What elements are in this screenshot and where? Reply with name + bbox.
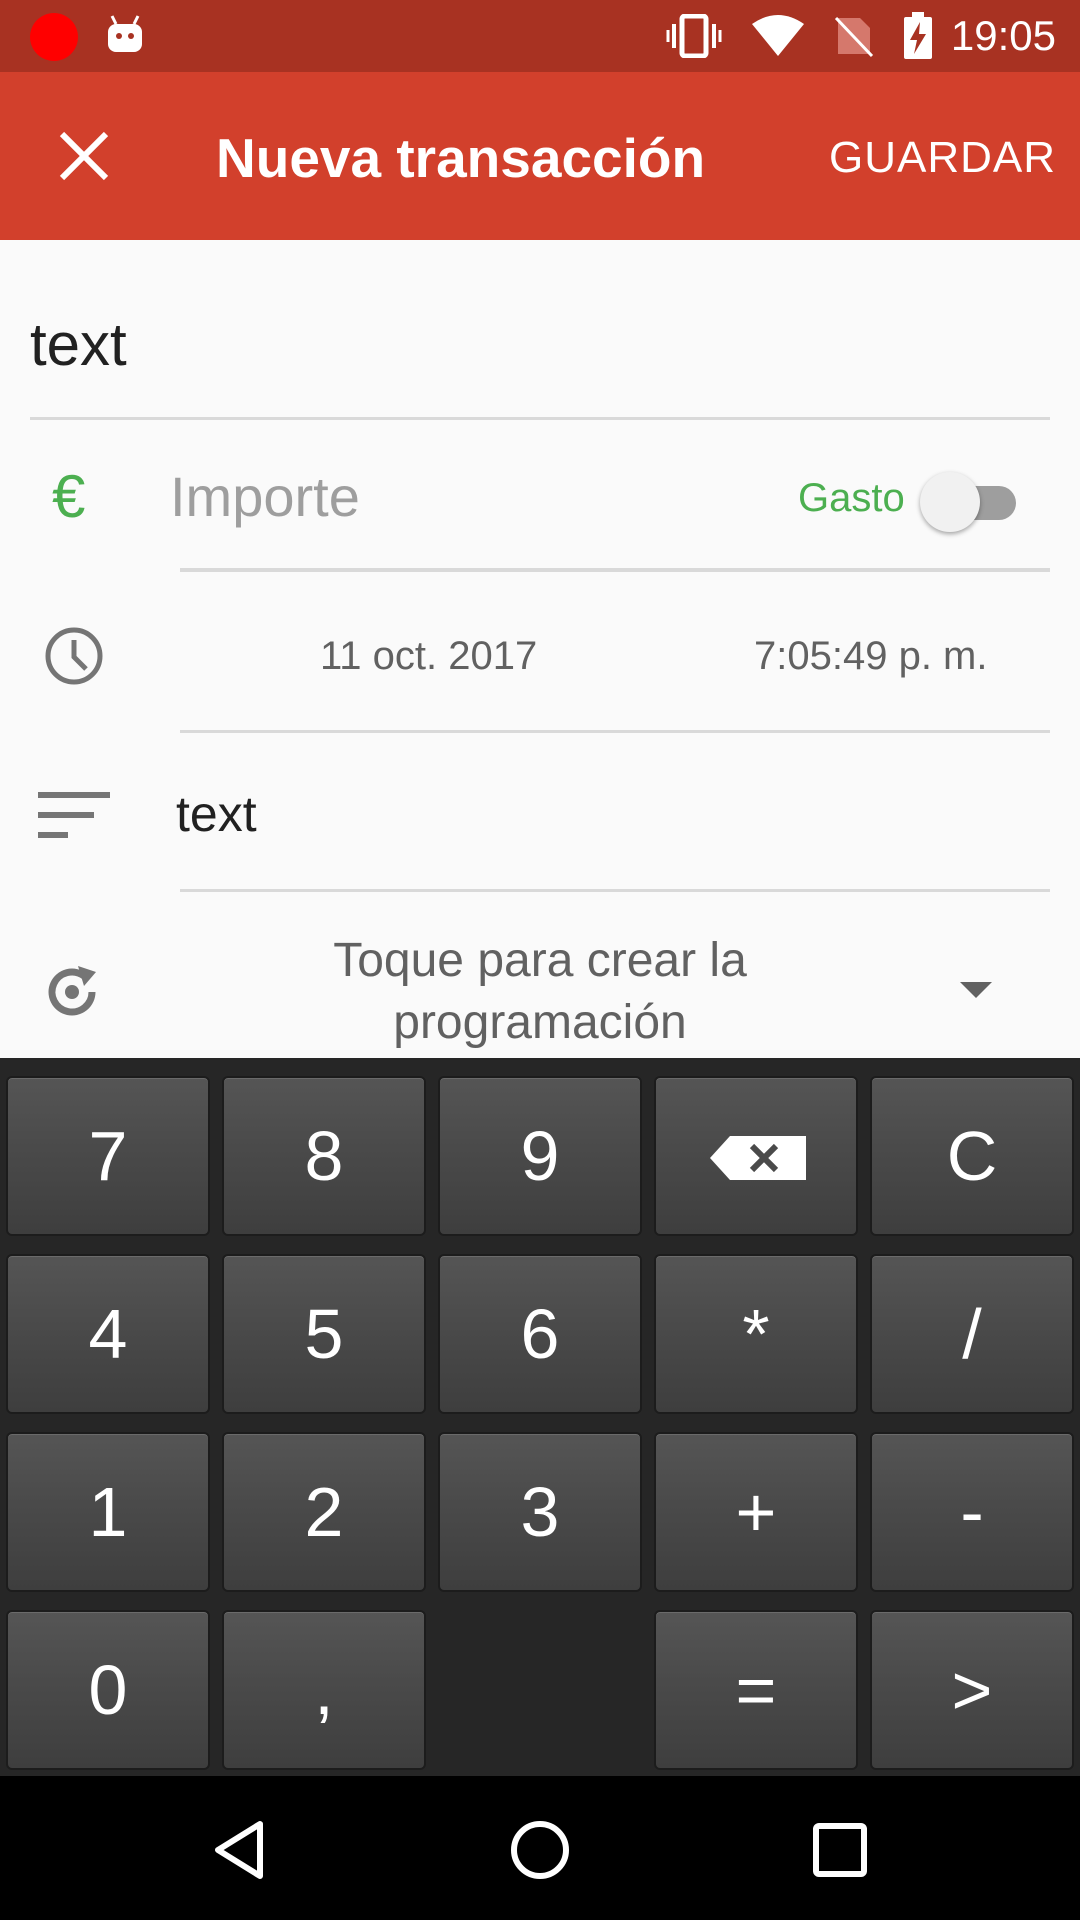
repeat-icon	[48, 966, 96, 1016]
record-icon	[30, 13, 78, 61]
key-3[interactable]: 3	[438, 1432, 642, 1592]
key-minus[interactable]: -	[870, 1432, 1074, 1592]
home-icon[interactable]	[508, 1818, 572, 1882]
save-button[interactable]: GUARDAR	[829, 130, 1056, 186]
transaction-form: text € Importe Gasto 11 oct. 2017 7:05:4…	[0, 240, 1080, 1058]
key-backspace[interactable]	[654, 1076, 858, 1236]
key-0[interactable]: 0	[6, 1610, 210, 1770]
key-2[interactable]: 2	[222, 1432, 426, 1592]
status-time: 19:05	[950, 12, 1056, 59]
divider	[30, 417, 1050, 420]
battery-charging-icon	[904, 12, 932, 59]
key-clear[interactable]: C	[870, 1076, 1074, 1236]
calculator-keypad: 7 8 9 C 4 5 6 * / 1 2 3 + - 0 , = >	[0, 1058, 1080, 1776]
name-field[interactable]: text	[30, 310, 127, 380]
no-sim-icon	[834, 16, 874, 58]
schedule-selector[interactable]: Toque para crear la programación	[240, 930, 840, 1054]
backspace-icon	[710, 1136, 806, 1180]
time-field[interactable]: 7:05:49 p. m.	[754, 630, 987, 682]
divider	[180, 730, 1050, 733]
key-equals[interactable]: =	[654, 1610, 858, 1770]
key-9[interactable]: 9	[438, 1076, 642, 1236]
clock-icon	[45, 627, 103, 685]
key-4[interactable]: 4	[6, 1254, 210, 1414]
key-plus[interactable]: +	[654, 1432, 858, 1592]
divider	[180, 568, 1050, 572]
expense-toggle[interactable]	[920, 470, 1016, 532]
key-next[interactable]: >	[870, 1610, 1074, 1770]
android-icon	[108, 15, 142, 52]
date-field[interactable]: 11 oct. 2017	[320, 630, 537, 682]
close-icon[interactable]	[52, 124, 116, 188]
key-1[interactable]: 1	[6, 1432, 210, 1592]
navigation-bar	[0, 1776, 1080, 1920]
key-multiply[interactable]: *	[654, 1254, 858, 1414]
key-comma[interactable]: ,	[222, 1610, 426, 1770]
amount-input[interactable]: Importe	[170, 462, 360, 532]
toggle-thumb	[920, 472, 980, 532]
back-icon[interactable]	[208, 1818, 272, 1882]
key-7[interactable]: 7	[6, 1076, 210, 1236]
key-5[interactable]: 5	[222, 1254, 426, 1414]
chevron-down-icon[interactable]	[960, 982, 992, 998]
notes-icon	[38, 792, 110, 838]
key-8[interactable]: 8	[222, 1076, 426, 1236]
page-title: Nueva transacción	[216, 127, 706, 189]
key-divide[interactable]: /	[870, 1254, 1074, 1414]
divider	[180, 889, 1050, 892]
currency-symbol: €	[52, 463, 86, 530]
status-bar: 19:05	[0, 0, 1080, 72]
recents-icon[interactable]	[808, 1818, 872, 1882]
notes-field[interactable]: text	[176, 782, 257, 846]
wifi-icon	[752, 15, 804, 56]
key-6[interactable]: 6	[438, 1254, 642, 1414]
expense-label: Gasto	[798, 476, 905, 520]
app-bar: Nueva transacción GUARDAR	[0, 72, 1080, 240]
vibrate-icon	[666, 14, 722, 58]
